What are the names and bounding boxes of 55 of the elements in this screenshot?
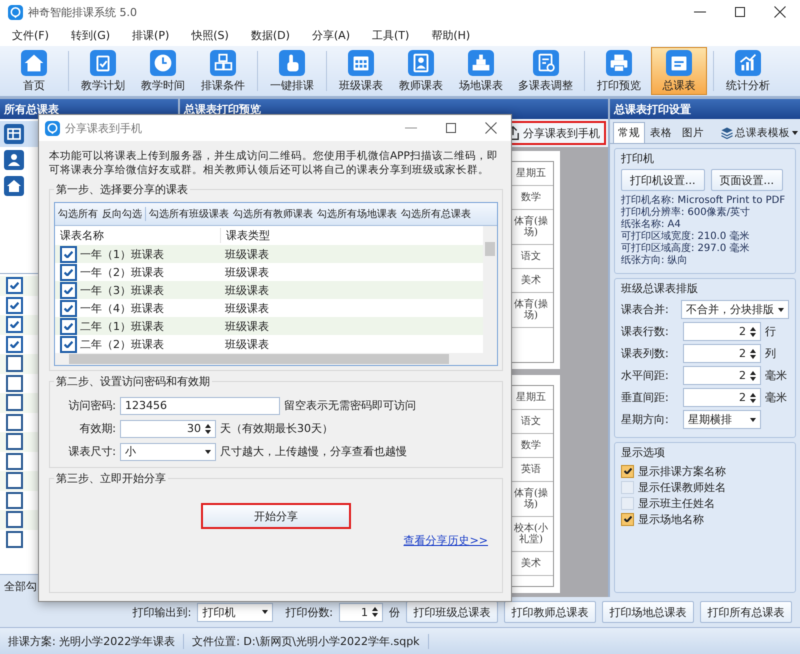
option-label: 显示排课方案名称 <box>638 464 726 478</box>
status-text: 排课方案: 光明小学2022学年课表 <box>0 634 184 648</box>
printer-info: 纸张方向: 纵向 <box>621 255 689 267</box>
printer-info: 可打印区域宽度: 210.0 毫米 <box>621 231 750 242</box>
field-label: 星期方向: <box>621 412 670 427</box>
table-cell-text: 班级课表 <box>224 264 270 280</box>
window-title: 神奇智能排课系统 5.0 <box>28 4 137 20</box>
description-text: 本功能可以将课表上传到服务器，并生成访问二维码。您使用手机微信APP扫描该二维码，即可将课表分享给微信好友或群。相关教师认领后还可以将自己的课表分享到班级或家长群。 <box>49 149 499 177</box>
panel-header: 总课表打印设置 <box>610 99 800 119</box>
table-cell-text: 班级课表 <box>224 318 270 334</box>
field-label: 垂直间距: <box>621 390 670 405</box>
printer-info: 可打印区域高度: 297.0 毫米 <box>621 243 750 254</box>
unit-label: 行 <box>765 324 776 339</box>
field-label: 访问密码: <box>67 398 116 413</box>
field-label: 课表尺寸: <box>67 444 116 459</box>
group-title: 班级总课表排版 <box>621 281 699 296</box>
unit-label: 毫米 <box>765 390 787 405</box>
group-title: 打印机 <box>621 151 655 166</box>
table-cell: 一年（3）班课表 <box>80 282 164 298</box>
status-text: 文件位置: D:\新网页\光明小学2022学年.sqpk <box>184 634 429 648</box>
hint-text: 尺寸越大，上传越慢，分享查看也越慢 <box>220 444 407 459</box>
table-cell-text: 班级课表 <box>224 300 270 316</box>
table-cell: 一年（2）班课表 <box>80 264 164 280</box>
table-cell-text: 班级课表 <box>224 336 270 352</box>
group-title: 第二步、设置访问密码和有效期 <box>54 374 212 389</box>
table-cell: 二年（1）班课表 <box>80 318 164 334</box>
dialog-title: 分享课表到手机 <box>65 120 142 136</box>
table-cell: 一年（1）班课表 <box>80 246 164 262</box>
group-title: 显示选项 <box>621 445 666 460</box>
column-header: 课表类型 <box>225 228 271 243</box>
table-cell: 一年（4）班课表 <box>80 300 164 316</box>
group-title: 第一步、选择要分享的课表 <box>54 182 190 197</box>
output-label: 打印输出到: <box>132 604 192 620</box>
option-label: 显示场地名称 <box>638 512 704 526</box>
printer-info: 纸张名称: A4 <box>621 219 682 230</box>
unit-label: 列 <box>765 346 776 361</box>
unit-label: 份 <box>389 604 400 620</box>
printer-info: 打印机名称: Microsoft Print to PDF <box>621 195 786 206</box>
field-label: 课表行数: <box>621 324 670 339</box>
unit-label: 毫米 <box>765 368 787 383</box>
option-label: 显示班主任姓名 <box>638 496 715 510</box>
field-label: 有效期: <box>78 421 116 436</box>
printer-info: 打印机分辨率: 600像素/英寸 <box>621 207 752 218</box>
table-cell-text: 班级课表 <box>224 246 270 262</box>
field-label: 课表合并: <box>621 302 670 317</box>
copies-label: 打印份数: <box>285 604 333 620</box>
column-header: 课表名称 <box>55 228 221 243</box>
hint-text: 天（有效期最长30天） <box>220 421 333 436</box>
table-cell: 二年（2）班课表 <box>80 336 164 352</box>
field-label: 课表列数: <box>621 346 670 361</box>
group-title: 第三步、立即开始分享 <box>54 471 168 486</box>
table-cell-text: 班级课表 <box>224 282 270 298</box>
option-label: 显示任课教师姓名 <box>638 480 726 494</box>
field-label: 水平间距: <box>621 368 670 383</box>
hint-text: 留空表示无需密码即可访问 <box>284 398 416 413</box>
